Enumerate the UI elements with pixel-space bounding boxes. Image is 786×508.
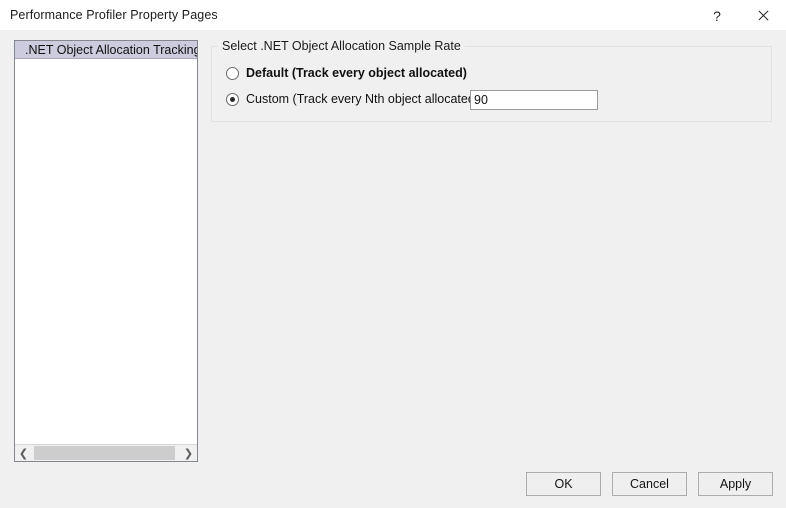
chevron-left-icon: ❮ <box>18 446 29 460</box>
sample-rate-groupbox-legend: Select .NET Object Allocation Sample Rat… <box>218 39 465 53</box>
tree-list: .NET Object Allocation Tracking <box>15 41 197 443</box>
radio-option-default[interactable]: Default (Track every object allocated) <box>226 66 467 80</box>
window-title: Performance Profiler Property Pages <box>10 8 218 22</box>
radio-custom-label: Custom (Track every Nth object allocated… <box>246 92 483 106</box>
title-bar: Performance Profiler Property Pages ? <box>0 0 786 31</box>
radio-default-indicator[interactable] <box>226 66 239 80</box>
radio-custom-indicator[interactable] <box>226 92 239 106</box>
scroll-left-button[interactable]: ❮ <box>15 445 32 461</box>
close-icon <box>757 9 770 22</box>
sample-rate-groupbox <box>211 46 772 122</box>
question-mark-icon: ? <box>713 7 721 24</box>
tree-item-net-object-allocation-tracking[interactable]: .NET Object Allocation Tracking <box>15 41 197 59</box>
scrollbar-thumb[interactable] <box>34 446 175 460</box>
cancel-button[interactable]: Cancel <box>612 472 687 496</box>
scroll-right-button[interactable]: ❯ <box>180 445 197 461</box>
radio-option-custom[interactable]: Custom (Track every Nth object allocated… <box>226 92 482 106</box>
close-button[interactable] <box>740 0 786 31</box>
radio-default-label: Default (Track every object allocated) <box>246 66 467 80</box>
sample-rate-input[interactable] <box>470 90 598 110</box>
property-pages-tree-panel: .NET Object Allocation Tracking ❮ ❯ <box>14 40 198 462</box>
chevron-right-icon: ❯ <box>183 446 194 460</box>
tree-horizontal-scrollbar[interactable]: ❮ ❯ <box>15 444 197 461</box>
apply-button[interactable]: Apply <box>698 472 773 496</box>
ok-button[interactable]: OK <box>526 472 601 496</box>
help-button[interactable]: ? <box>694 0 740 31</box>
